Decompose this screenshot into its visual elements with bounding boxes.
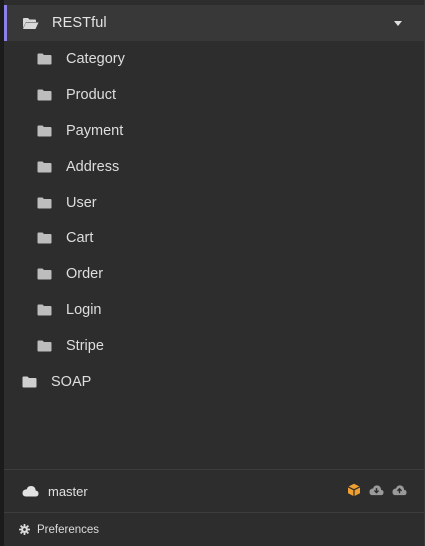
tree-root-label: RESTful: [52, 15, 107, 31]
folder-icon: [37, 232, 52, 244]
collection-tree: RESTful Category Product Payment Address Use…: [4, 5, 424, 400]
gear-icon: [19, 524, 30, 535]
folder-icon: [37, 125, 52, 137]
tree-item-stripe[interactable]: Stripe: [4, 328, 424, 364]
tree-root-restful[interactable]: RESTful: [4, 5, 424, 41]
tree-item-label: User: [66, 194, 97, 211]
preferences-label: Preferences: [37, 523, 100, 536]
folder-icon: [37, 161, 52, 173]
tree-item-label: Product: [66, 86, 116, 103]
preferences-button[interactable]: Preferences: [4, 513, 424, 546]
folder-icon: [37, 304, 52, 316]
cloud-upload-icon[interactable]: [392, 483, 407, 497]
tree-item-product[interactable]: Product: [4, 77, 424, 113]
tree-item-user[interactable]: User: [4, 185, 424, 221]
folder-icon: [37, 197, 52, 209]
tree-item-address[interactable]: Address: [4, 149, 424, 185]
tree-item-label: Payment: [66, 122, 124, 139]
cloud-icon: [22, 485, 39, 497]
tree-item-label: Order: [66, 266, 104, 283]
tree-item-label: Cart: [66, 230, 94, 247]
folder-icon: [37, 89, 52, 101]
folder-icon: [37, 53, 52, 65]
tree-item-order[interactable]: Order: [4, 256, 424, 292]
folder-icon: [37, 340, 52, 352]
tree-item-label: Stripe: [66, 338, 104, 355]
collection-sidebar: RESTful Category Product Payment Address Use…: [0, 0, 425, 546]
folder-icon: [22, 376, 37, 388]
folder-icon: [37, 268, 52, 280]
tree-item-login[interactable]: Login: [4, 292, 424, 328]
chevron-down-icon[interactable]: [394, 21, 402, 26]
tree-root-label: SOAP: [51, 374, 92, 391]
git-actions: [346, 483, 407, 497]
tree-item-label: Category: [66, 50, 125, 67]
cloud-download-icon[interactable]: [369, 483, 384, 497]
git-branch-label[interactable]: master: [48, 484, 88, 499]
tree-item-category[interactable]: Category: [4, 41, 424, 77]
tree-item-payment[interactable]: Payment: [4, 113, 424, 149]
tree-item-label: Address: [66, 158, 120, 175]
folder-open-icon: [22, 17, 39, 30]
tree-item-cart[interactable]: Cart: [4, 220, 424, 256]
package-icon[interactable]: [346, 483, 361, 497]
tree-item-label: Login: [66, 302, 102, 319]
tree-root-soap[interactable]: SOAP: [4, 364, 424, 400]
git-sync-bar: master: [4, 470, 424, 512]
